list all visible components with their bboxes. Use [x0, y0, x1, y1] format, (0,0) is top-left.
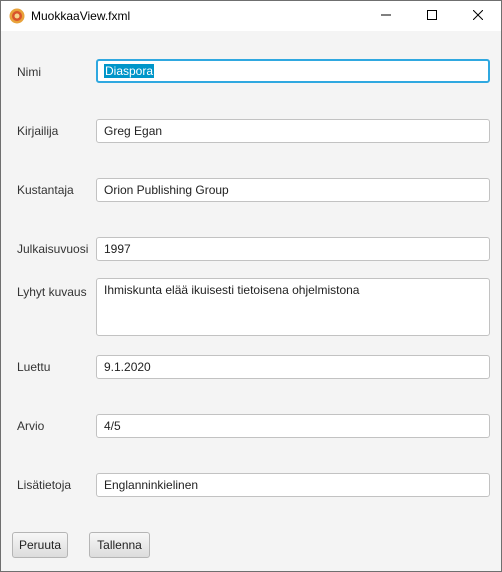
close-button[interactable] — [455, 1, 501, 31]
lisatietoja-label: Lisätietoja — [17, 478, 72, 492]
nimi-value: Diaspora — [104, 64, 155, 78]
julkaisuvuosi-field[interactable]: 1997 — [96, 237, 490, 261]
kuvaus-label: Lyhyt kuvaus — [17, 285, 87, 299]
kustantaja-field[interactable]: Orion Publishing Group — [96, 178, 490, 202]
minimize-button[interactable] — [363, 1, 409, 31]
title-bar[interactable]: MuokkaaView.fxml — [1, 1, 501, 31]
save-button[interactable]: Tallenna — [89, 532, 150, 558]
arvio-label: Arvio — [17, 419, 45, 433]
cancel-button[interactable]: Peruuta — [12, 532, 68, 558]
window-title: MuokkaaView.fxml — [31, 9, 131, 23]
kuvaus-textarea[interactable]: Ihmiskunta elää ikuisesti tietoisena ohj… — [96, 278, 490, 336]
java-cup-icon — [9, 8, 25, 24]
nimi-field[interactable]: Diaspora — [96, 59, 490, 83]
kustantaja-label: Kustantaja — [17, 183, 74, 197]
nimi-label: Nimi — [17, 65, 41, 79]
kirjailija-label: Kirjailija — [17, 124, 59, 138]
close-icon — [472, 9, 484, 23]
lisatietoja-field[interactable]: Englanninkielinen — [96, 473, 490, 497]
maximize-icon — [427, 9, 437, 23]
julkaisuvuosi-label: Julkaisuvuosi — [17, 242, 89, 256]
kirjailija-field[interactable]: Greg Egan — [96, 119, 490, 143]
luettu-label: Luettu — [17, 360, 51, 374]
app-window: MuokkaaView.fxml Nimi Diaspora Kirjailij… — [0, 0, 502, 572]
arvio-field[interactable]: 4/5 — [96, 414, 490, 438]
minimize-icon — [381, 9, 391, 23]
maximize-button[interactable] — [409, 1, 455, 31]
luettu-field[interactable]: 9.1.2020 — [96, 355, 490, 379]
